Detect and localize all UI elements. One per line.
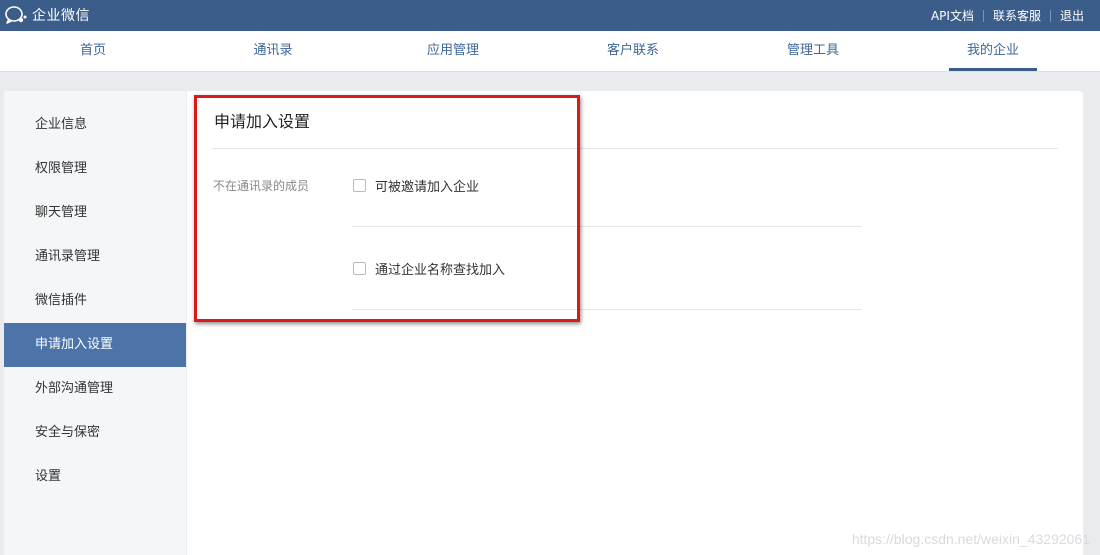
contact-support-link[interactable]: 联系客服 [993,7,1041,24]
option-divider [352,226,862,227]
tab-my-company[interactable]: 我的企业 [949,31,1037,71]
field-label: 不在通讯录的成员 [213,179,310,193]
search-join-label: 通过企业名称查找加入 [375,263,506,278]
search-join-option[interactable]: 通过企业名称查找加入 [353,259,505,278]
sidebar-item-join-settings[interactable]: 申请加入设置 [4,323,186,367]
sidebar-item-contacts-management[interactable]: 通讯录管理 [4,235,186,279]
invite-join-label: 可被邀请加入企业 [375,180,480,195]
invite-join-checkbox[interactable] [353,179,366,192]
sidebar-item-company-info[interactable]: 企业信息 [4,103,186,147]
brand[interactable]: 企业微信 [4,4,90,26]
brand-title: 企业微信 [32,8,90,24]
link-divider [982,9,984,22]
sidebar-item-security[interactable]: 安全与保密 [4,411,186,455]
api-docs-link[interactable]: API文档 [931,7,974,24]
top-bar: 企业微信 API文档 联系客服 退出 [0,0,1100,31]
top-links: API文档 联系客服 退出 [931,0,1084,31]
tab-customer-contact[interactable]: 客户联系 [589,31,677,71]
search-join-checkbox[interactable] [353,262,366,275]
invite-join-option[interactable]: 可被邀请加入企业 [353,176,479,195]
title-divider [212,148,1058,149]
sidebar: 企业信息 权限管理 聊天管理 通讯录管理 微信插件 申请加入设置 外部沟通管理 … [4,91,187,555]
wecom-logo-icon [4,4,28,26]
tab-contacts[interactable]: 通讯录 [229,31,317,71]
tab-apps[interactable]: 应用管理 [409,31,497,71]
sidebar-item-settings[interactable]: 设置 [4,455,186,499]
tab-home[interactable]: 首页 [49,31,137,71]
link-divider [1049,9,1051,22]
option-divider [352,309,862,310]
logout-link[interactable]: 退出 [1060,7,1084,24]
tab-management-tools[interactable]: 管理工具 [769,31,857,71]
page-title: 申请加入设置 [214,112,311,131]
content-card: 企业信息 权限管理 聊天管理 通讯录管理 微信插件 申请加入设置 外部沟通管理 … [4,91,1083,555]
main-nav: 首页 通讯录 应用管理 客户联系 管理工具 我的企业 [0,31,1100,72]
settings-panel: 申请加入设置 不在通讯录的成员 可被邀请加入企业 通过企业名称查找加入 [187,91,1083,555]
sidebar-item-external-communication[interactable]: 外部沟通管理 [4,367,186,411]
watermark: https://blog.csdn.net/weixin_43292061 [851,531,1090,547]
sidebar-item-permissions[interactable]: 权限管理 [4,147,186,191]
sidebar-item-wechat-plugin[interactable]: 微信插件 [4,279,186,323]
sidebar-item-chat-management[interactable]: 聊天管理 [4,191,186,235]
